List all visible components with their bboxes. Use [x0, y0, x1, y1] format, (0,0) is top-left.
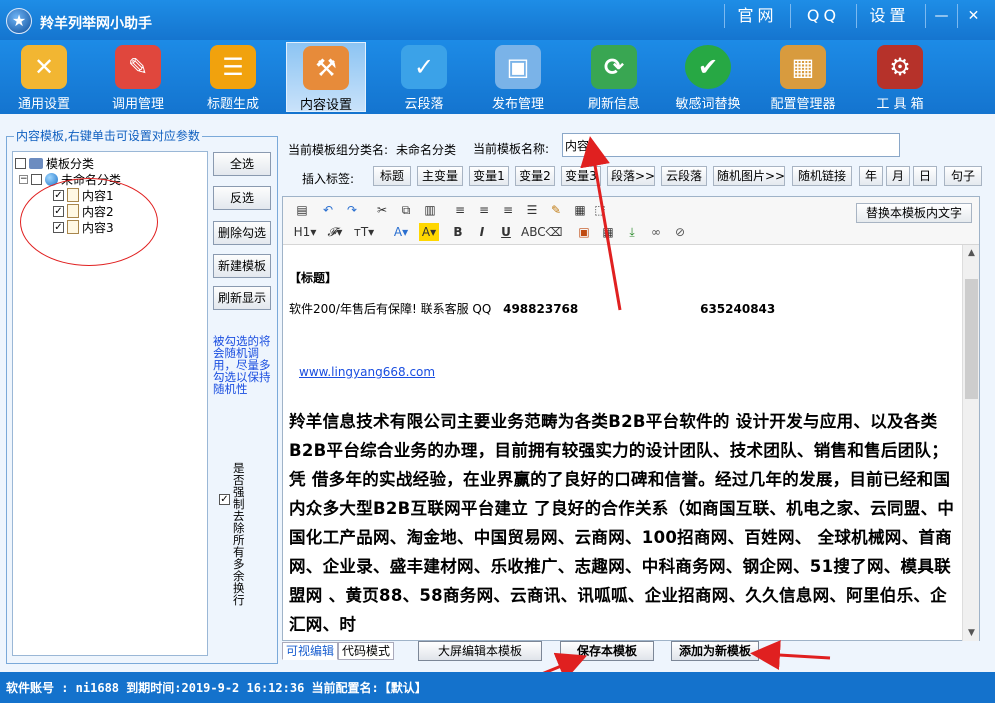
status-bar: 软件账号 : ni1688 到期时间:2019-9-2 16:12:36 当前配… [0, 672, 995, 703]
annotation-arrows [521, 136, 831, 684]
arrow-to-add-new [750, 640, 831, 671]
arrow-to-template-name [580, 136, 622, 311]
